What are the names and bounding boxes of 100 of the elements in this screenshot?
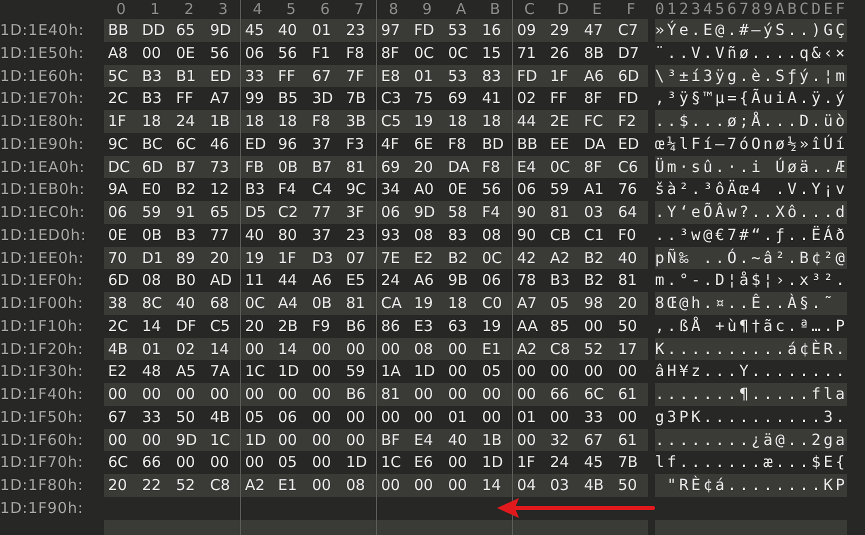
hex-byte[interactable]: B1 <box>172 64 206 88</box>
ascii-text[interactable]: "RÈ¢á........KP <box>655 474 847 497</box>
hex-byte[interactable]: 02 <box>172 338 206 360</box>
hex-byte[interactable]: 7F <box>342 64 376 88</box>
hex-byte[interactable]: 76 <box>614 178 648 201</box>
hex-byte[interactable]: 53 <box>444 64 478 88</box>
ascii-text[interactable]: šà².³ôÄœ4 .V.Y¡v <box>655 178 847 201</box>
hex-byte[interactable]: D1 <box>138 246 172 270</box>
hex-byte[interactable]: 40 <box>172 292 206 315</box>
hex-byte[interactable]: C1 <box>580 224 614 246</box>
hex-byte[interactable]: 44 <box>274 269 308 292</box>
hex-byte[interactable]: B6 <box>342 383 376 406</box>
hex-byte[interactable]: DA <box>444 156 478 178</box>
hex-byte[interactable]: 14 <box>138 314 172 338</box>
hex-byte[interactable]: 81 <box>546 201 580 224</box>
hex-byte[interactable]: 56 <box>274 42 308 64</box>
hex-byte[interactable]: 48 <box>138 360 172 383</box>
hex-byte[interactable]: 40 <box>274 19 308 42</box>
hex-byte[interactable]: 00 <box>614 406 648 428</box>
hex-byte[interactable]: D7 <box>614 42 648 64</box>
hex-byte[interactable]: A8 <box>104 42 138 64</box>
hex-byte[interactable]: 33 <box>138 406 172 428</box>
hex-byte[interactable]: 0E <box>104 224 138 246</box>
hex-byte[interactable]: 3F <box>342 201 376 224</box>
hex-byte[interactable]: 19 <box>240 246 274 270</box>
hex-byte[interactable]: 00 <box>138 42 172 64</box>
hex-byte[interactable]: E8 <box>376 64 410 88</box>
hex-byte[interactable]: 00 <box>512 428 546 452</box>
hex-byte[interactable]: 00 <box>206 383 240 406</box>
hex-byte[interactable]: 8F <box>580 156 614 178</box>
hex-byte[interactable]: E2 <box>104 360 138 383</box>
hex-byte[interactable]: 33 <box>580 406 614 428</box>
hex-byte[interactable]: 1D <box>274 360 308 383</box>
hex-byte[interactable]: 05 <box>478 360 512 383</box>
hex-byte[interactable]: C0 <box>478 292 512 315</box>
hex-byte[interactable]: 67 <box>104 406 138 428</box>
hex-byte[interactable]: 18 <box>478 110 512 133</box>
hex-byte[interactable]: E5 <box>342 269 376 292</box>
hex-byte[interactable]: FD <box>512 64 546 88</box>
ascii-text[interactable]: »Ýe.E@.#—ýS..)GÇ <box>655 19 847 42</box>
hex-byte[interactable]: B2 <box>580 246 614 270</box>
hex-byte[interactable]: 00 <box>138 383 172 406</box>
hex-byte[interactable]: A2 <box>512 338 546 360</box>
hex-byte[interactable]: 0C <box>546 156 580 178</box>
hex-byte[interactable]: 20 <box>206 246 240 270</box>
hex-byte[interactable]: 7B <box>614 451 648 474</box>
hex-byte[interactable]: EE <box>546 132 580 156</box>
hex-byte[interactable]: 8F <box>580 87 614 110</box>
hex-byte[interactable]: 06 <box>274 406 308 428</box>
hex-byte[interactable]: 59 <box>138 201 172 224</box>
hex-byte[interactable]: 1B <box>206 110 240 133</box>
hex-byte[interactable]: FD <box>410 19 444 42</box>
hex-byte[interactable]: 24 <box>172 110 206 133</box>
hex-byte[interactable]: 42 <box>512 246 546 270</box>
hex-byte[interactable]: 0E <box>172 42 206 64</box>
hex-byte[interactable]: 08 <box>478 224 512 246</box>
hex-byte[interactable]: 83 <box>478 64 512 88</box>
hex-byte[interactable]: 00 <box>410 406 444 428</box>
ascii-text[interactable]: lf.......æ...$E{ <box>655 451 847 474</box>
hex-byte[interactable]: C6 <box>614 156 648 178</box>
hex-byte[interactable]: 0B <box>308 292 342 315</box>
hex-byte[interactable]: 00 <box>308 451 342 474</box>
hex-byte[interactable]: 69 <box>444 87 478 110</box>
hex-byte[interactable]: 00 <box>546 406 580 428</box>
hex-byte[interactable]: F3 <box>342 132 376 156</box>
hex-byte[interactable]: A6 <box>580 64 614 88</box>
hex-byte[interactable]: F4 <box>274 178 308 201</box>
hex-byte[interactable]: B2 <box>172 178 206 201</box>
hex-byte[interactable]: E0 <box>138 178 172 201</box>
hex-byte[interactable]: 00 <box>308 360 342 383</box>
hex-byte[interactable]: FD <box>614 87 648 110</box>
hex-byte[interactable]: 58 <box>444 201 478 224</box>
hex-byte[interactable]: 05 <box>546 292 580 315</box>
hex-byte[interactable]: FF <box>546 87 580 110</box>
hex-byte[interactable]: 85 <box>546 314 580 338</box>
hex-byte[interactable]: 77 <box>206 224 240 246</box>
hex-byte[interactable]: 00 <box>206 451 240 474</box>
hex-byte[interactable]: 81 <box>376 383 410 406</box>
hex-byte[interactable]: FF <box>172 87 206 110</box>
hex-byte[interactable]: 00 <box>444 338 478 360</box>
hex-byte[interactable]: 00 <box>614 360 648 383</box>
hex-byte[interactable]: 01 <box>138 338 172 360</box>
hex-byte[interactable]: 16 <box>478 19 512 42</box>
hex-byte[interactable]: 69 <box>376 156 410 178</box>
hex-byte[interactable]: 18 <box>444 110 478 133</box>
hex-byte[interactable]: 0C <box>410 42 444 64</box>
hex-byte[interactable]: 00 <box>478 406 512 428</box>
hex-byte[interactable]: 00 <box>308 474 342 497</box>
hex-byte[interactable]: 00 <box>342 428 376 452</box>
hex-byte[interactable]: DD <box>138 19 172 42</box>
hex-byte[interactable]: 14 <box>274 338 308 360</box>
hex-byte[interactable]: 90 <box>512 201 546 224</box>
hex-byte[interactable]: 00 <box>138 428 172 452</box>
hex-byte[interactable]: 01 <box>444 406 478 428</box>
hex-byte[interactable]: DC <box>104 156 138 178</box>
hex-byte[interactable]: 06 <box>478 269 512 292</box>
hex-byte[interactable]: 01 <box>308 19 342 42</box>
hex-byte[interactable]: 00 <box>172 451 206 474</box>
hex-byte[interactable]: 2C <box>104 87 138 110</box>
hex-byte[interactable]: 8B <box>580 42 614 64</box>
